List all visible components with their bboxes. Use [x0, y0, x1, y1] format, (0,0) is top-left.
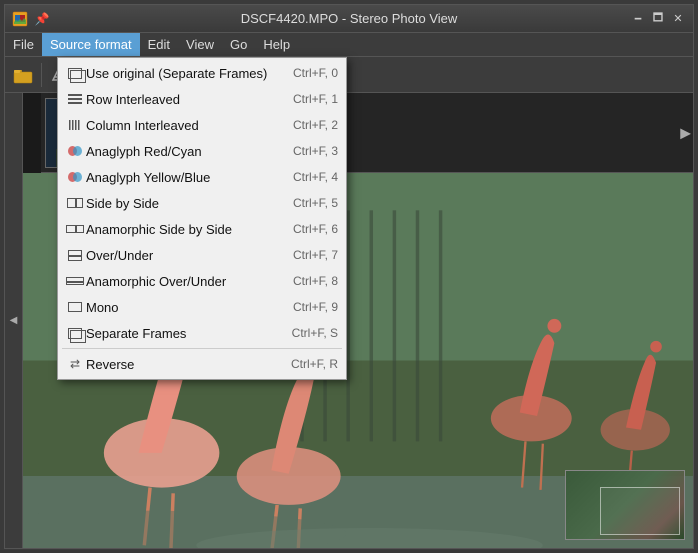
menu-anamorphic-sbs-label: Anamorphic Side by Side — [86, 222, 277, 237]
menu-use-original-label: Use original (Separate Frames) — [86, 66, 277, 81]
main-window: 📌 DSCF4420.MPO - Stereo Photo View 🗕 🗖 ✕… — [4, 4, 694, 549]
ou-icon — [64, 246, 86, 264]
left-panel-toggle[interactable]: ◀ — [5, 93, 23, 548]
menu-over-under[interactable]: Over/Under Ctrl+F, 7 — [58, 242, 346, 268]
menu-col-interleaved-label: Column Interleaved — [86, 118, 277, 133]
menu-anamorphic-sbs-shortcut: Ctrl+F, 6 — [293, 222, 338, 236]
anamorphic-ou-icon — [64, 272, 86, 290]
separate-frames-icon — [64, 64, 86, 82]
menu-sbs-label: Side by Side — [86, 196, 277, 211]
menu-source-format[interactable]: Source format — [42, 33, 140, 56]
menu-separate-frames[interactable]: Separate Frames Ctrl+F, S — [58, 320, 346, 346]
window-controls: 🗕 🗖 ✕ — [629, 10, 687, 28]
sbs-icon — [64, 194, 86, 212]
menu-col-interleaved[interactable]: Column Interleaved Ctrl+F, 2 — [58, 112, 346, 138]
mono-icon — [64, 298, 86, 316]
menu-row-interleaved[interactable]: Row Interleaved Ctrl+F, 1 — [58, 86, 346, 112]
menu-file[interactable]: File — [5, 33, 42, 56]
open-button[interactable] — [9, 61, 37, 89]
separate-frames-icon2 — [64, 324, 86, 342]
menu-anamorphic-ou[interactable]: Anamorphic Over/Under Ctrl+F, 8 — [58, 268, 346, 294]
menu-anaglyph-yb[interactable]: Anaglyph Yellow/Blue Ctrl+F, 4 — [58, 164, 346, 190]
menu-mono-label: Mono — [86, 300, 277, 315]
menu-view[interactable]: View — [178, 33, 222, 56]
row-interleaved-icon — [64, 90, 86, 108]
anaglyph-rc-icon — [64, 142, 86, 160]
menu-anamorphic-ou-label: Anamorphic Over/Under — [86, 274, 277, 289]
minimap — [565, 470, 685, 540]
titlebar: 📌 DSCF4420.MPO - Stereo Photo View 🗕 🗖 ✕ — [5, 5, 693, 33]
menu-anaglyph-rc-shortcut: Ctrl+F, 3 — [293, 144, 338, 158]
minimize-button[interactable]: 🗕 — [629, 10, 647, 28]
menu-mono[interactable]: Mono Ctrl+F, 9 — [58, 294, 346, 320]
menu-side-by-side[interactable]: Side by Side Ctrl+F, 5 — [58, 190, 346, 216]
menu-sbs-shortcut: Ctrl+F, 5 — [293, 196, 338, 210]
menu-use-original[interactable]: Use original (Separate Frames) Ctrl+F, 0 — [58, 60, 346, 86]
menu-anaglyph-rc[interactable]: Anaglyph Red/Cyan Ctrl+F, 3 — [58, 138, 346, 164]
close-button[interactable]: ✕ — [669, 10, 687, 28]
menu-ou-label: Over/Under — [86, 248, 277, 263]
menu-mono-shortcut: Ctrl+F, 9 — [293, 300, 338, 314]
menu-row-interleaved-label: Row Interleaved — [86, 92, 277, 107]
menu-separate-frames-shortcut: Ctrl+F, S — [292, 326, 338, 340]
reverse-icon: ⇄ — [64, 355, 86, 373]
menu-anaglyph-yb-label: Anaglyph Yellow/Blue — [86, 170, 277, 185]
menu-anaglyph-yb-shortcut: Ctrl+F, 4 — [293, 170, 338, 184]
menu-help[interactable]: Help — [255, 33, 298, 56]
anamorphic-sbs-icon — [64, 220, 86, 238]
col-interleaved-icon — [64, 116, 86, 134]
menu-edit[interactable]: Edit — [140, 33, 178, 56]
maximize-button[interactable]: 🗖 — [649, 10, 667, 28]
app-icon — [11, 10, 29, 28]
menu-anamorphic-ou-shortcut: Ctrl+F, 8 — [293, 274, 338, 288]
pin-icon: 📌 — [33, 10, 51, 28]
minimap-viewport[interactable] — [600, 487, 680, 535]
menu-separator — [62, 348, 342, 349]
menu-reverse[interactable]: ⇄ Reverse Ctrl+F, R — [58, 351, 346, 377]
thumbnail-strip-right-arrow[interactable]: ▶ — [680, 124, 691, 141]
menu-reverse-label: Reverse — [86, 357, 275, 372]
window-title: DSCF4420.MPO - Stereo Photo View — [5, 11, 693, 26]
menu-anamorphic-sbs[interactable]: Anamorphic Side by Side Ctrl+F, 6 — [58, 216, 346, 242]
source-format-dropdown: Use original (Separate Frames) Ctrl+F, 0… — [57, 57, 347, 380]
menu-anaglyph-rc-label: Anaglyph Red/Cyan — [86, 144, 277, 159]
menu-col-interleaved-shortcut: Ctrl+F, 2 — [293, 118, 338, 132]
menu-go[interactable]: Go — [222, 33, 255, 56]
titlebar-left: 📌 — [11, 10, 51, 28]
left-arrow-icon: ◀ — [10, 315, 18, 326]
menu-separate-frames-label: Separate Frames — [86, 326, 276, 341]
menu-ou-shortcut: Ctrl+F, 7 — [293, 248, 338, 262]
menubar: File Source format Edit View Go Help Use… — [5, 33, 693, 57]
menu-use-original-shortcut: Ctrl+F, 0 — [293, 66, 338, 80]
toolbar-sep-1 — [41, 63, 42, 87]
anaglyph-yb-icon — [64, 168, 86, 186]
menu-row-interleaved-shortcut: Ctrl+F, 1 — [293, 92, 338, 106]
menu-reverse-shortcut: Ctrl+F, R — [291, 357, 338, 371]
